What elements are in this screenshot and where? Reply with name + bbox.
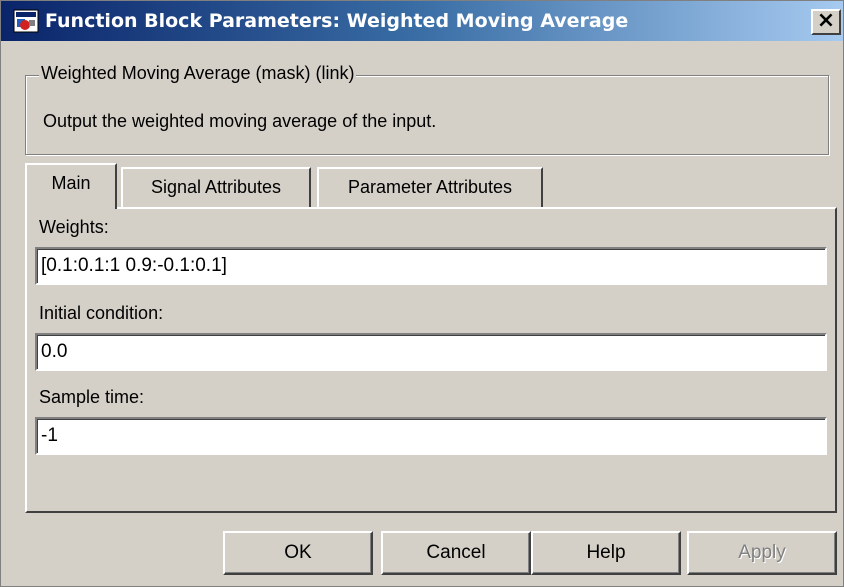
title-bar[interactable]: Function Block Parameters: Weighted Movi… bbox=[1, 1, 843, 41]
help-button[interactable]: Help bbox=[531, 531, 681, 575]
initial-condition-label: Initial condition: bbox=[39, 303, 164, 323]
tab-label: Parameter Attributes bbox=[347, 177, 513, 197]
ok-button[interactable]: OK bbox=[223, 531, 373, 575]
cancel-button[interactable]: Cancel bbox=[381, 531, 531, 575]
apply-button[interactable]: Apply bbox=[687, 531, 837, 575]
block-description: Output the weighted moving average of th… bbox=[43, 111, 437, 131]
dialog-window: Function Block Parameters: Weighted Movi… bbox=[0, 0, 844, 587]
window-title: Function Block Parameters: Weighted Movi… bbox=[45, 10, 629, 32]
tab-signal-attributes[interactable]: Signal Attributes bbox=[121, 167, 311, 207]
close-button[interactable]: × bbox=[811, 9, 841, 35]
weights-field[interactable]: [0.1:0.1:1 0.9:-0.1:0.1] bbox=[35, 247, 827, 285]
initial-condition-field[interactable]: 0.0 bbox=[35, 333, 827, 371]
tab-parameter-attributes[interactable]: Parameter Attributes bbox=[317, 167, 543, 207]
close-icon: × bbox=[816, 8, 836, 33]
sample-time-label: Sample time: bbox=[39, 387, 145, 407]
tab-label: Signal Attributes bbox=[150, 177, 282, 197]
tab-main[interactable]: Main bbox=[25, 163, 117, 209]
simulink-block-icon bbox=[13, 9, 39, 33]
tab-label: Main bbox=[51, 173, 91, 193]
sample-time-field[interactable]: -1 bbox=[35, 417, 827, 455]
weights-label: Weights: bbox=[39, 217, 109, 237]
group-title: Weighted Moving Average (mask) (link) bbox=[39, 63, 357, 84]
